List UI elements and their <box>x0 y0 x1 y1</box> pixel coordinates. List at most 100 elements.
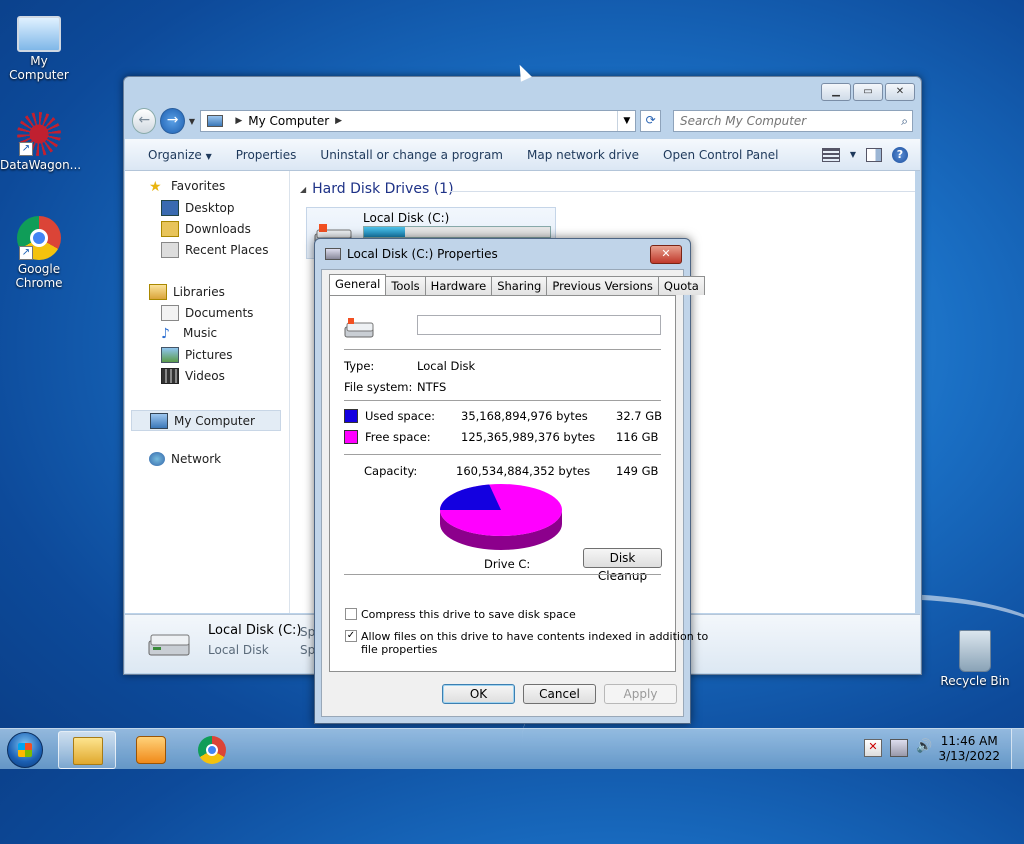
hard-drive-icon <box>148 634 190 656</box>
recent-places-icon <box>161 242 179 258</box>
tab-previous-versions[interactable]: Previous Versions <box>546 276 659 295</box>
nav-label: Pictures <box>185 348 233 362</box>
nav-item-recent-places[interactable]: Recent Places <box>161 242 268 258</box>
refresh-button[interactable]: ⟳ <box>640 110 661 132</box>
start-button[interactable] <box>7 732 43 768</box>
general-tab-panel: Type: Local Disk File system: NTFS Used … <box>329 295 708 672</box>
nav-label: Documents <box>185 306 254 320</box>
address-dropdown-icon[interactable]: ▼ <box>617 111 635 131</box>
desktop-icon-google-chrome[interactable]: ↗ Google Chrome <box>0 216 78 290</box>
nav-label: Music <box>183 326 218 340</box>
taskbar-chrome-button[interactable] <box>184 731 240 767</box>
used-space-swatch <box>344 409 358 423</box>
action-center-flag-icon[interactable]: ✕ <box>864 739 882 757</box>
computer-icon <box>150 412 168 429</box>
desktop-icon-label: DataWagon... <box>0 158 82 172</box>
tab-general[interactable]: General <box>329 274 387 295</box>
desktop-icon-datawagon[interactable]: ↗ DataWagon... <box>0 112 82 172</box>
drive-icon <box>325 248 341 260</box>
disk-cleanup-button[interactable]: Disk Cleanup <box>583 548 662 583</box>
nav-item-desktop[interactable]: Desktop <box>161 200 235 216</box>
breadcrumb-chevron-icon[interactable]: ▶ <box>235 116 242 126</box>
nav-item-documents[interactable]: Documents <box>161 305 253 321</box>
divider <box>344 400 661 401</box>
properties-dialog[interactable]: Local Disk (C:) Properties ✕ General Too… <box>314 238 708 724</box>
recent-pages-dropdown[interactable]: ▼ <box>189 117 196 126</box>
nav-item-favorites[interactable]: ★ Favorites <box>149 179 225 195</box>
ok-button[interactable]: OK <box>442 684 515 704</box>
nav-item-pictures[interactable]: Pictures <box>161 347 233 363</box>
properties-button[interactable]: Properties <box>224 148 309 162</box>
address-bar[interactable]: ▶ My Computer ▶ ▼ <box>200 110 637 132</box>
tab-sharing[interactable]: Sharing <box>491 276 548 295</box>
open-control-panel-button[interactable]: Open Control Panel <box>651 148 790 162</box>
search-icon[interactable]: ⌕ <box>901 114 908 129</box>
drive-name: Local Disk (C:) <box>363 211 450 225</box>
downloads-folder-icon <box>161 221 179 237</box>
compress-drive-checkbox[interactable] <box>345 608 357 620</box>
drive-usage-fill <box>364 227 405 237</box>
view-options-dropdown-icon[interactable]: ▼ <box>850 150 856 159</box>
breadcrumb-my-computer[interactable]: My Computer <box>248 114 329 128</box>
change-view-icon[interactable] <box>821 147 840 162</box>
organize-label: Organize <box>148 147 202 162</box>
libraries-icon <box>149 284 167 300</box>
free-space-bytes: 125,365,989,376 bytes <box>461 430 596 444</box>
index-contents-label-line2: file properties <box>361 643 438 656</box>
tab-tools[interactable]: Tools <box>385 276 426 295</box>
close-button[interactable]: ✕ <box>885 83 915 101</box>
details-type: Local Disk <box>208 643 269 657</box>
nav-item-network[interactable]: Network <box>149 452 221 466</box>
minimize-button[interactable]: ▁ <box>821 83 851 101</box>
command-bar: Organize ▼ Properties Uninstall or chang… <box>125 139 920 171</box>
desktop-icon-my-computer[interactable]: My Computer <box>0 10 78 82</box>
dialog-close-button[interactable]: ✕ <box>650 245 682 264</box>
file-system-value: NTFS <box>417 380 447 394</box>
help-icon[interactable]: ? <box>892 146 908 163</box>
forward-button[interactable]: → <box>160 108 185 134</box>
breadcrumb-chevron-icon[interactable]: ▶ <box>335 116 342 126</box>
preview-pane-icon[interactable] <box>866 147 882 162</box>
cancel-button[interactable]: Cancel <box>523 684 596 704</box>
nav-item-downloads[interactable]: Downloads <box>161 221 251 237</box>
volume-label-input[interactable] <box>417 315 661 335</box>
show-desktop-button[interactable] <box>1011 729 1024 769</box>
network-tray-icon[interactable] <box>890 739 908 757</box>
apply-button[interactable]: Apply <box>604 684 677 704</box>
used-space-gb: 32.7 GB <box>616 409 663 423</box>
taskbar-media-player-button[interactable] <box>122 731 178 767</box>
nav-label: Network <box>171 452 222 466</box>
maximize-button[interactable]: ▭ <box>853 83 883 101</box>
videos-icon <box>161 368 179 384</box>
used-space-bytes: 35,168,894,976 bytes <box>461 409 588 423</box>
nav-label: Recent Places <box>185 243 269 257</box>
network-icon <box>149 452 165 466</box>
organize-button[interactable]: Organize ▼ <box>125 148 224 162</box>
dialog-title: Local Disk (C:) Properties <box>347 247 498 261</box>
nav-item-music[interactable]: ♪ Music <box>161 326 218 342</box>
search-box[interactable]: ⌕ <box>673 110 913 132</box>
back-button[interactable]: ← <box>132 108 157 134</box>
nav-item-libraries[interactable]: Libraries <box>149 284 225 300</box>
search-input[interactable] <box>674 113 892 129</box>
file-system-label: File system: <box>344 380 413 394</box>
map-network-drive-button[interactable]: Map network drive <box>515 148 651 162</box>
index-contents-checkbox[interactable]: ✓ <box>345 630 357 642</box>
clock[interactable]: 11:46 AM 3/13/2022 <box>938 734 1000 764</box>
nav-item-videos[interactable]: Videos <box>161 368 225 384</box>
uninstall-program-button[interactable]: Uninstall or change a program <box>308 148 515 162</box>
volume-icon[interactable]: 🔊 <box>916 739 932 755</box>
group-header-hard-disk-drives[interactable]: ◢ Hard Disk Drives (1) <box>300 181 454 197</box>
nav-item-my-computer[interactable]: My Computer <box>131 410 281 431</box>
dialog-tabs: General Tools Hardware Sharing Previous … <box>329 274 705 295</box>
tab-quota[interactable]: Quota <box>657 276 705 295</box>
computer-icon <box>17 16 61 52</box>
capacity-bytes: 160,534,884,352 bytes <box>456 464 591 478</box>
desktop-icon-recycle-bin[interactable]: Recycle Bin <box>936 630 1014 688</box>
used-space-label: Used space: <box>365 409 436 423</box>
compress-drive-label: Compress this drive to save disk space <box>361 608 576 621</box>
tab-hardware[interactable]: Hardware <box>424 276 493 295</box>
taskbar-explorer-button[interactable] <box>58 731 116 769</box>
shortcut-arrow-icon: ↗ <box>19 142 33 156</box>
navigation-pane: ★ Favorites Desktop Downloads Recent Plac… <box>125 171 290 613</box>
